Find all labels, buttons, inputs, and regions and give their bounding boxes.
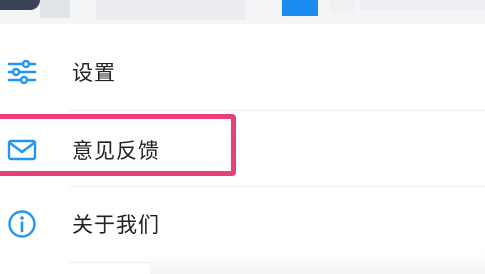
settings-sliders-icon xyxy=(6,56,38,88)
header-accent xyxy=(282,0,318,16)
header-decoration xyxy=(40,0,70,18)
menu-item-label: 设置 xyxy=(72,61,116,85)
menu-item-label: 意见反馈 xyxy=(72,139,160,163)
bottom-shadow xyxy=(150,252,485,274)
mail-icon xyxy=(6,134,38,166)
header-area xyxy=(0,0,485,24)
menu-item-feedback[interactable]: 意见反馈 xyxy=(0,112,485,188)
menu-item-about[interactable]: 关于我们 xyxy=(0,186,485,262)
menu-item-settings[interactable]: 设置 xyxy=(0,34,485,110)
avatar xyxy=(0,0,40,10)
menu-item-label: 关于我们 xyxy=(72,213,160,237)
header-decoration xyxy=(360,0,485,10)
info-icon xyxy=(6,208,38,240)
divider xyxy=(70,110,485,111)
header-decoration xyxy=(96,0,246,20)
header-decoration xyxy=(330,0,354,12)
